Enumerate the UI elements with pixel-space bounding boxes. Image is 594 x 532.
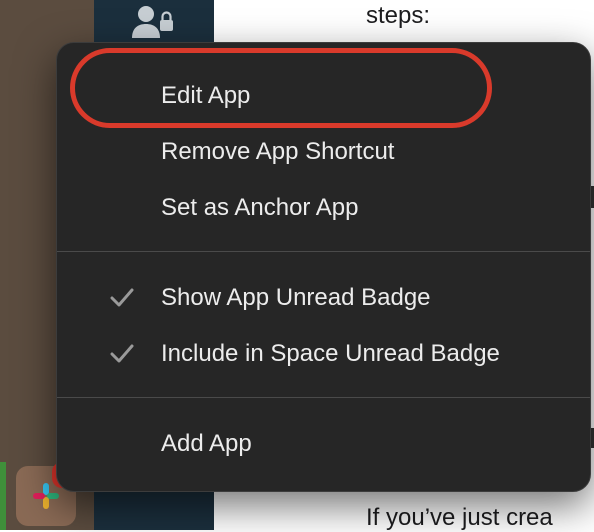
checkmark-icon bbox=[110, 344, 134, 363]
context-menu: Edit App Remove App Shortcut Set as Anch… bbox=[56, 42, 591, 492]
menu-item-label: Remove App Shortcut bbox=[161, 138, 395, 165]
menu-item-show-app-unread-badge[interactable]: Show App Unread Badge bbox=[57, 273, 590, 323]
green-edge-strip bbox=[0, 462, 6, 530]
menu-item-remove-app-shortcut[interactable]: Remove App Shortcut bbox=[57, 127, 590, 177]
menu-item-include-in-space-unread-badge[interactable]: Include in Space Unread Badge bbox=[57, 329, 590, 379]
menu-item-add-app[interactable]: Add App bbox=[57, 419, 590, 469]
checkmark-icon bbox=[110, 288, 134, 307]
content-top-text: steps: bbox=[366, 2, 431, 29]
user-lock-icon[interactable] bbox=[130, 4, 176, 40]
menu-separator bbox=[57, 397, 590, 398]
menu-item-label: Set as Anchor App bbox=[161, 194, 359, 221]
content-bottom-text: If you’ve just crea bbox=[366, 504, 553, 531]
menu-separator bbox=[57, 251, 590, 252]
menu-item-edit-app[interactable]: Edit App bbox=[57, 71, 590, 121]
menu-item-label: Show App Unread Badge bbox=[161, 284, 431, 311]
menu-item-set-as-anchor-app[interactable]: Set as Anchor App bbox=[57, 183, 590, 233]
menu-item-label: Edit App bbox=[161, 82, 251, 109]
menu-item-label: Include in Space Unread Badge bbox=[161, 340, 500, 367]
menu-item-label: Add App bbox=[161, 430, 252, 457]
